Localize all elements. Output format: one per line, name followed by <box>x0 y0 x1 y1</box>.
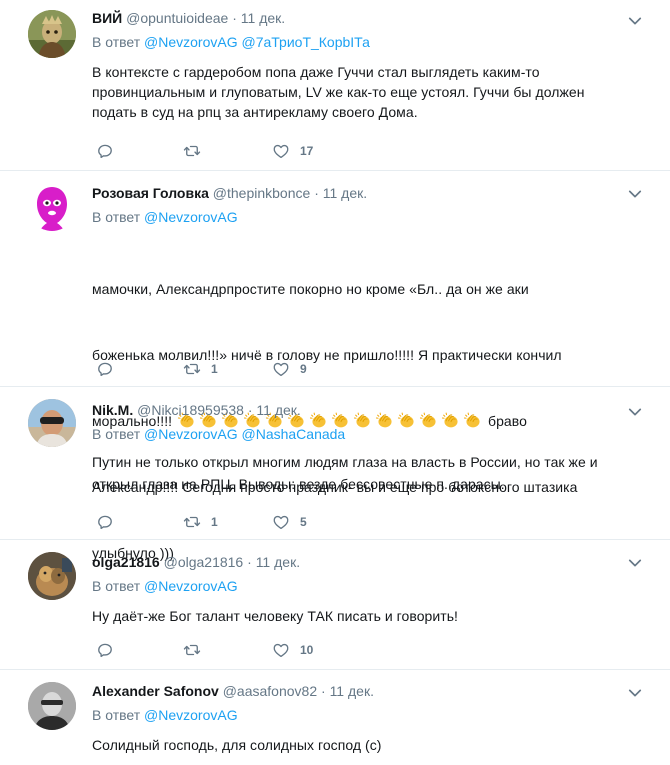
tweet[interactable]: ВИЙ @opuntuioideae · 11 дек. В ответ @Ne… <box>0 0 670 171</box>
caret-down-icon[interactable] <box>626 554 644 572</box>
tweet[interactable]: olga21816 @olga21816 · 11 дек. В ответ @… <box>0 540 670 670</box>
separator-dot: · <box>247 402 253 418</box>
like-button[interactable]: 9 <box>272 359 307 379</box>
tweet-text: В контексте с гардеробом попа даже Гуччи… <box>92 64 585 120</box>
tweet-text: Солидный господь, для солидных господ (с… <box>92 737 382 753</box>
tweet[interactable]: Alexander Safonov @aasafonov82 · 11 дек.… <box>0 670 670 765</box>
caret-down-icon[interactable] <box>626 185 644 203</box>
reply-button[interactable] <box>96 512 114 532</box>
like-icon <box>272 142 290 160</box>
avatar[interactable] <box>28 682 76 730</box>
avatar[interactable] <box>28 10 76 58</box>
reply-button[interactable] <box>96 359 114 379</box>
retweet-count: 1 <box>211 362 218 376</box>
avatar[interactable] <box>28 183 76 231</box>
retweet-icon <box>183 641 201 659</box>
caret-down-icon[interactable] <box>626 684 644 702</box>
retweet-button[interactable] <box>183 141 201 161</box>
reply-context: В ответ @NevzorovAG <box>92 705 238 725</box>
reply-context: В ответ @NevzorovAG <box>92 576 238 596</box>
retweet-button[interactable]: 1 <box>183 512 218 532</box>
like-icon <box>272 360 290 378</box>
retweet-count: 1 <box>211 515 218 529</box>
display-name[interactable]: Alexander Safonov <box>92 683 219 699</box>
tweet-text: Путин не только открыл многим людям глаз… <box>92 454 598 492</box>
user-handle[interactable]: @Nikci18959538 <box>137 402 244 418</box>
reply-icon <box>96 513 114 531</box>
reply-button[interactable] <box>96 640 114 660</box>
like-count: 10 <box>300 643 314 657</box>
separator-dot: · <box>314 185 319 201</box>
timestamp[interactable]: 11 дек. <box>241 10 285 26</box>
mention-link[interactable]: @NevzorovAG <box>144 209 238 225</box>
reply-icon <box>96 360 114 378</box>
like-icon <box>272 641 290 659</box>
display-name[interactable]: Nik.M. <box>92 402 133 418</box>
caret-down-icon[interactable] <box>626 12 644 30</box>
retweet-icon <box>183 513 201 531</box>
reply-prefix: В ответ <box>92 34 141 50</box>
timestamp[interactable]: 11 дек. <box>256 554 300 570</box>
tweet-header: Розовая Головка @thepinkbonce · 11 дек. <box>92 183 367 203</box>
caret-down-icon[interactable] <box>626 403 644 421</box>
user-handle[interactable]: @thepinkbonce <box>213 185 311 201</box>
display-name[interactable]: olga21816 <box>92 554 160 570</box>
reply-context: В ответ @NevzorovAG @7аТриоТ_КорbIТа <box>92 32 370 52</box>
reply-prefix: В ответ <box>92 209 141 225</box>
like-count: 5 <box>300 515 307 529</box>
timestamp[interactable]: 11 дек. <box>323 185 367 201</box>
tweet-header: ВИЙ @opuntuioideae · 11 дек. <box>92 8 285 28</box>
mention-link[interactable]: @NashaCanada <box>242 426 346 442</box>
user-handle[interactable]: @aasafonov82 <box>223 683 317 699</box>
mention-link[interactable]: @NevzorovAG <box>144 578 238 594</box>
like-button[interactable]: 17 <box>272 141 313 161</box>
tweet-text-line: боженька молвил!!!» ничё в голову не при… <box>92 347 562 363</box>
separator-dot: · <box>321 683 326 699</box>
mention-link[interactable]: @NevzorovAG <box>144 707 238 723</box>
tweet-header: olga21816 @olga21816 · 11 дек. <box>92 552 300 572</box>
avatar[interactable] <box>28 399 76 447</box>
like-count: 17 <box>300 144 314 158</box>
reply-prefix: В ответ <box>92 426 141 442</box>
tweet-text: Ну даёт-же Бог талант человеку ТАК писат… <box>92 608 458 624</box>
timestamp[interactable]: 11 дек. <box>330 683 374 699</box>
retweet-icon <box>183 360 201 378</box>
retweet-icon <box>183 142 201 160</box>
mention-link[interactable]: @7аТриоТ_КорbIТа <box>242 34 370 50</box>
retweet-button[interactable]: 1 <box>183 359 218 379</box>
mention-link[interactable]: @NevzorovAG <box>144 426 238 442</box>
reply-button[interactable] <box>96 141 114 161</box>
display-name[interactable]: ВИЙ <box>92 10 122 26</box>
reply-prefix: В ответ <box>92 707 141 723</box>
reply-icon <box>96 142 114 160</box>
separator-dot: · <box>247 554 252 570</box>
replies-feed: ВИЙ @opuntuioideae · 11 дек. В ответ @Ne… <box>0 0 670 765</box>
retweet-button[interactable] <box>183 640 201 660</box>
like-icon <box>272 513 290 531</box>
like-button[interactable]: 10 <box>272 640 313 660</box>
user-handle[interactable]: @olga21816 <box>164 554 244 570</box>
tweet-header: Nik.M. @Nikci18959538 · 11 дек. <box>92 400 301 420</box>
reply-prefix: В ответ <box>92 578 141 594</box>
like-button[interactable]: 5 <box>272 512 307 532</box>
user-handle[interactable]: @opuntuioideae <box>126 10 228 26</box>
tweet[interactable]: Nik.M. @Nikci18959538 · 11 дек. В ответ … <box>0 387 670 540</box>
avatar[interactable] <box>28 552 76 600</box>
reply-context: В ответ @NevzorovAG <box>92 207 238 227</box>
separator-dot: · <box>232 10 237 26</box>
timestamp[interactable]: 11 дек. <box>256 402 300 418</box>
tweet[interactable]: Розовая Головка @thepinkbonce · 11 дек. … <box>0 171 670 561</box>
tweet-text-line: мамочки, Александрпростите покорно но кр… <box>92 281 529 297</box>
reply-context: В ответ @NevzorovAG @NashaCanada <box>92 424 345 444</box>
display-name[interactable]: Розовая Головка <box>92 185 209 201</box>
like-count: 9 <box>300 362 307 376</box>
tweet-header: Alexander Safonov @aasafonov82 · 11 дек. <box>92 681 374 701</box>
mention-link[interactable]: @NevzorovAG <box>144 34 238 50</box>
reply-icon <box>96 641 114 659</box>
